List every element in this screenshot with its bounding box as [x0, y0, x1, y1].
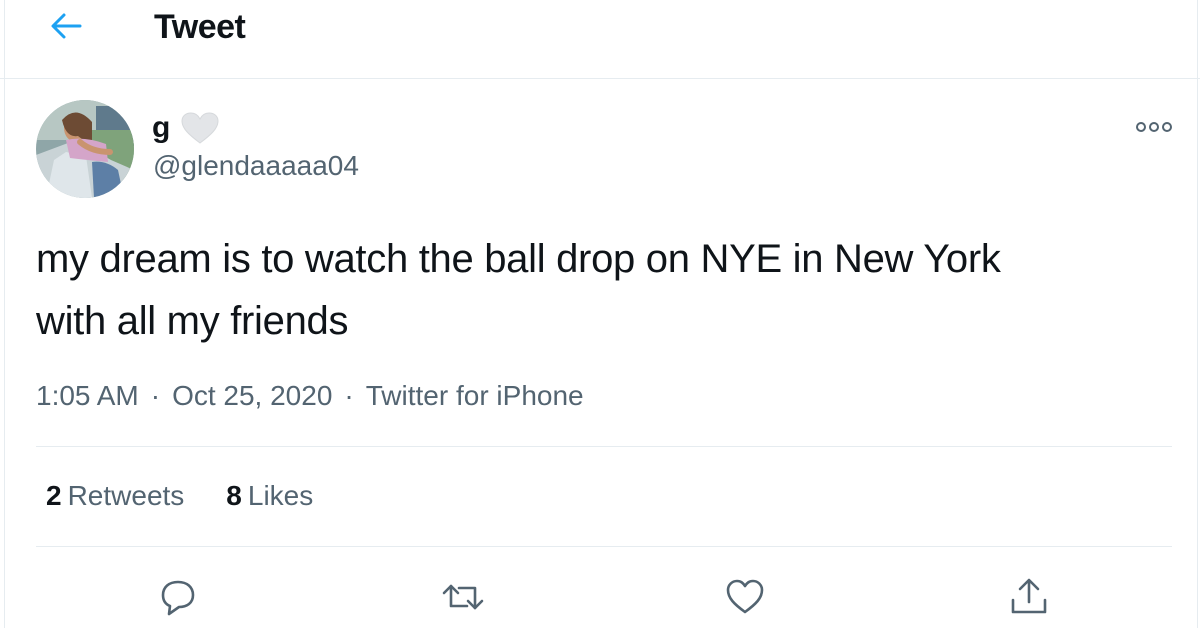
- tweet-date[interactable]: Oct 25, 2020: [172, 380, 332, 411]
- retweet-icon: [442, 584, 484, 610]
- tweet-source[interactable]: Twitter for iPhone: [366, 380, 584, 411]
- like-icon: [726, 579, 764, 614]
- tweet-text-line: my dream is to watch the ball drop on NY…: [36, 237, 1001, 281]
- likes-stat[interactable]: 8 Likes: [226, 480, 313, 512]
- meta-separator: ·: [150, 380, 161, 411]
- more-options-button[interactable]: [1134, 114, 1174, 140]
- reply-icon: [161, 580, 195, 616]
- likes-count: 8: [226, 480, 242, 511]
- tweet-text-line: with all my friends: [36, 299, 349, 343]
- tweet-meta: 1:05 AM · Oct 25, 2020 · Twitter for iPhone: [36, 380, 584, 412]
- divider: [36, 446, 1172, 447]
- retweet-button[interactable]: [440, 574, 486, 620]
- share-icon: [1011, 578, 1047, 614]
- profile-photo: [36, 100, 134, 198]
- author-name-row: g: [152, 108, 220, 148]
- page-title: Tweet: [154, 8, 246, 46]
- engagement-stats: 2 Retweets 8 Likes: [46, 480, 355, 512]
- reply-button[interactable]: [155, 574, 201, 620]
- author-handle[interactable]: @glendaaaaa04: [153, 150, 359, 182]
- timeline-border-left: [4, 0, 5, 628]
- meta-separator: ·: [344, 380, 354, 411]
- more-icon: [1136, 122, 1172, 132]
- divider: [36, 546, 1172, 547]
- page-header: Tweet: [0, 0, 1200, 79]
- back-button[interactable]: [46, 8, 86, 44]
- like-button[interactable]: [722, 574, 768, 620]
- retweets-label: Retweets: [67, 480, 185, 511]
- retweets-count: 2: [46, 480, 62, 511]
- share-button[interactable]: [1006, 574, 1052, 620]
- avatar[interactable]: [36, 100, 134, 198]
- timeline-border-right: [1197, 0, 1198, 628]
- tweet-time[interactable]: 1:05 AM: [36, 380, 139, 411]
- tweet-text: my dream is to watch the ball drop on NY…: [36, 228, 1156, 352]
- white-heart-icon: [180, 111, 220, 145]
- retweets-stat[interactable]: 2 Retweets: [46, 480, 184, 512]
- display-name[interactable]: g: [152, 111, 170, 145]
- likes-label: Likes: [247, 480, 314, 511]
- arrow-left-icon: [51, 13, 82, 39]
